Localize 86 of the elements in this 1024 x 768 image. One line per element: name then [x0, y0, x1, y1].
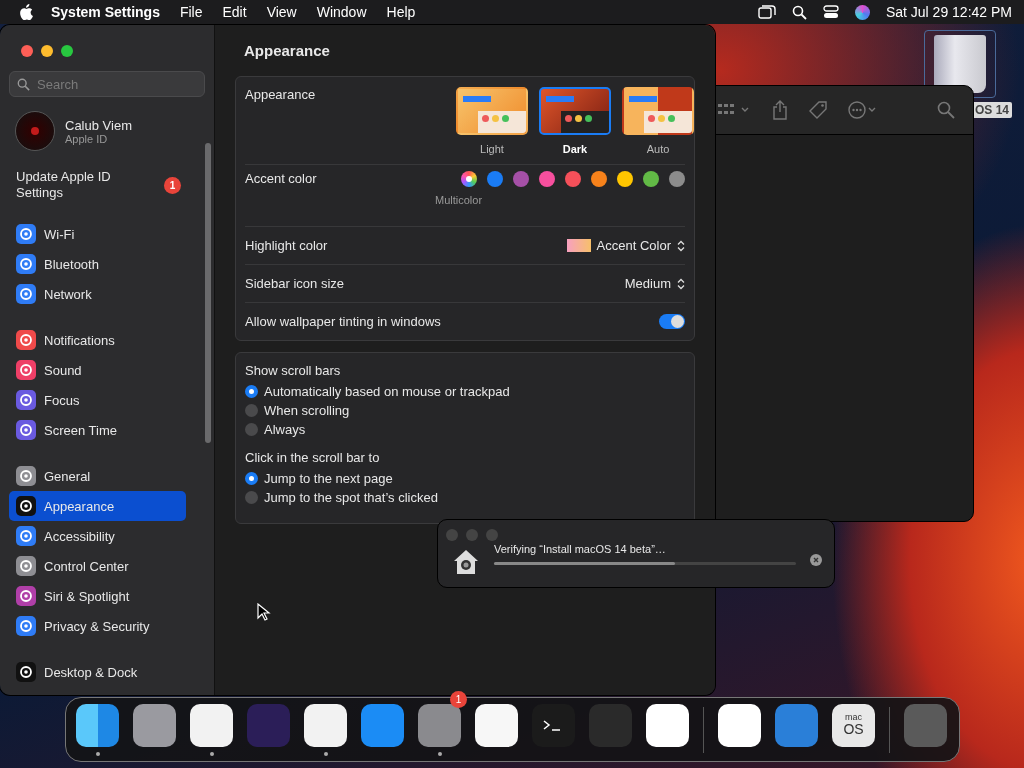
- sidebar-item[interactable]: Focus: [9, 385, 186, 415]
- sidebar-item[interactable]: Bluetooth: [9, 249, 186, 279]
- radio-option[interactable]: When scrolling: [245, 402, 685, 418]
- color-swatch[interactable]: [669, 171, 685, 187]
- sidebar-item[interactable]: Network: [9, 279, 186, 309]
- share-icon[interactable]: [772, 100, 788, 120]
- sidebar-item[interactable]: Control Center: [9, 551, 186, 581]
- menu-app-name[interactable]: System Settings: [51, 4, 160, 20]
- menu-item[interactable]: Help: [386, 4, 416, 20]
- highlight-color-popup[interactable]: Accent Color: [566, 238, 685, 253]
- swatch-caption: Multicolor: [435, 194, 483, 206]
- drive-label: OS 14: [972, 102, 1013, 118]
- color-swatch[interactable]: [513, 171, 529, 187]
- sidebar-item[interactable]: Wi-Fi: [9, 219, 186, 249]
- multicolor-swatch[interactable]: [461, 171, 477, 187]
- sidebar-item[interactable]: Privacy & Security: [9, 611, 186, 641]
- radio-button[interactable]: [245, 471, 258, 485]
- group-label: Show scroll bars: [245, 363, 342, 378]
- theme-preview-drawing: [539, 87, 611, 135]
- setting-label: Allow wallpaper tinting in windows: [245, 314, 441, 329]
- radio-option[interactable]: Always: [245, 421, 685, 437]
- theme-preview-drawing: [456, 87, 528, 135]
- radio-option[interactable]: Jump to the spot that’s clicked: [245, 489, 685, 505]
- zoom-button[interactable]: [61, 45, 73, 57]
- menu-item[interactable]: File: [179, 4, 203, 20]
- sidebar-item[interactable]: Siri & Spotlight: [9, 581, 186, 611]
- menu-item[interactable]: Window: [316, 4, 367, 20]
- radio-button[interactable]: [245, 403, 258, 417]
- sidebar-item[interactable]: Appearance: [9, 491, 186, 521]
- notification-badge: 1: [164, 176, 181, 194]
- radio-button[interactable]: [245, 422, 258, 436]
- windows-icon[interactable]: [757, 5, 776, 19]
- control-center-icon[interactable]: [822, 5, 839, 19]
- clock[interactable]: Sat Jul 29 12:42 PM: [885, 4, 1012, 20]
- up-down-chevron-icon: [677, 239, 685, 252]
- sidebar-item[interactable]: Desktop & Dock: [9, 657, 186, 687]
- terminal-icon[interactable]: [532, 703, 575, 747]
- appearance-option[interactable]: Auto: [622, 87, 694, 155]
- account-subtitle: Apple ID: [65, 132, 109, 145]
- search-field[interactable]: Search: [9, 71, 205, 97]
- sidebar-item[interactable]: Screen Time: [9, 415, 186, 445]
- close-button[interactable]: [21, 45, 33, 57]
- account-name[interactable]: Calub Viem: [65, 117, 132, 133]
- group-label: Click in the scroll bar to: [245, 450, 381, 465]
- search-icon[interactable]: [791, 4, 807, 20]
- theme-preview-drawing: [622, 87, 694, 135]
- icon-size-popup[interactable]: Medium: [624, 276, 685, 291]
- appearance-option[interactable]: Dark: [539, 87, 611, 155]
- setting-label: Appearance: [245, 87, 316, 102]
- icon-text: mac OS: [843, 713, 864, 737]
- toggle-switch[interactable]: [659, 314, 685, 329]
- color-swatch[interactable]: [617, 171, 633, 187]
- sidebar-item[interactable]: Sound: [9, 355, 186, 385]
- dialog-message: Verifying “Install macOS 14 beta”…: [494, 542, 667, 555]
- color-swatch[interactable]: [643, 171, 659, 187]
- avatar[interactable]: [15, 111, 55, 151]
- radio-button[interactable]: [245, 384, 258, 398]
- radio-option[interactable]: Jump to the next page: [245, 470, 685, 486]
- scroll-bar[interactable]: [205, 143, 211, 443]
- color-swatch[interactable]: [539, 171, 555, 187]
- sidebar-item[interactable]: Notifications: [9, 325, 186, 355]
- page-title: Appearance: [244, 42, 331, 59]
- menu-item[interactable]: Edit: [222, 4, 247, 20]
- apple-logo-icon[interactable]: [19, 4, 33, 20]
- color-swatch[interactable]: [487, 171, 503, 187]
- sidebar-item[interactable]: General: [9, 461, 186, 491]
- more-icon[interactable]: [848, 100, 878, 120]
- sidebar-item[interactable]: Accessibility: [9, 521, 186, 551]
- appearance-option[interactable]: Light: [456, 87, 528, 155]
- pointer-cursor-icon: [257, 603, 271, 621]
- color-swatch[interactable]: [565, 171, 581, 187]
- tag-icon[interactable]: [808, 100, 828, 120]
- update-settings-link[interactable]: Update Apple ID Settings: [16, 169, 136, 201]
- up-down-chevron-icon: [677, 277, 685, 290]
- minimize-button[interactable]: [41, 45, 53, 57]
- house-lock-icon: [452, 547, 480, 576]
- setting-label: Highlight color: [245, 238, 328, 253]
- color-swatch[interactable]: [591, 171, 607, 187]
- siri-icon[interactable]: [854, 4, 870, 20]
- close-icon[interactable]: [810, 553, 822, 566]
- search-icon: [17, 78, 30, 91]
- setting-label: Accent color: [245, 171, 317, 186]
- setting-label: Sidebar icon size: [245, 276, 344, 291]
- menu-item[interactable]: View: [266, 4, 297, 20]
- radio-option[interactable]: Automatically based on mouse or trackpad: [245, 383, 685, 399]
- radio-button[interactable]: [245, 490, 258, 504]
